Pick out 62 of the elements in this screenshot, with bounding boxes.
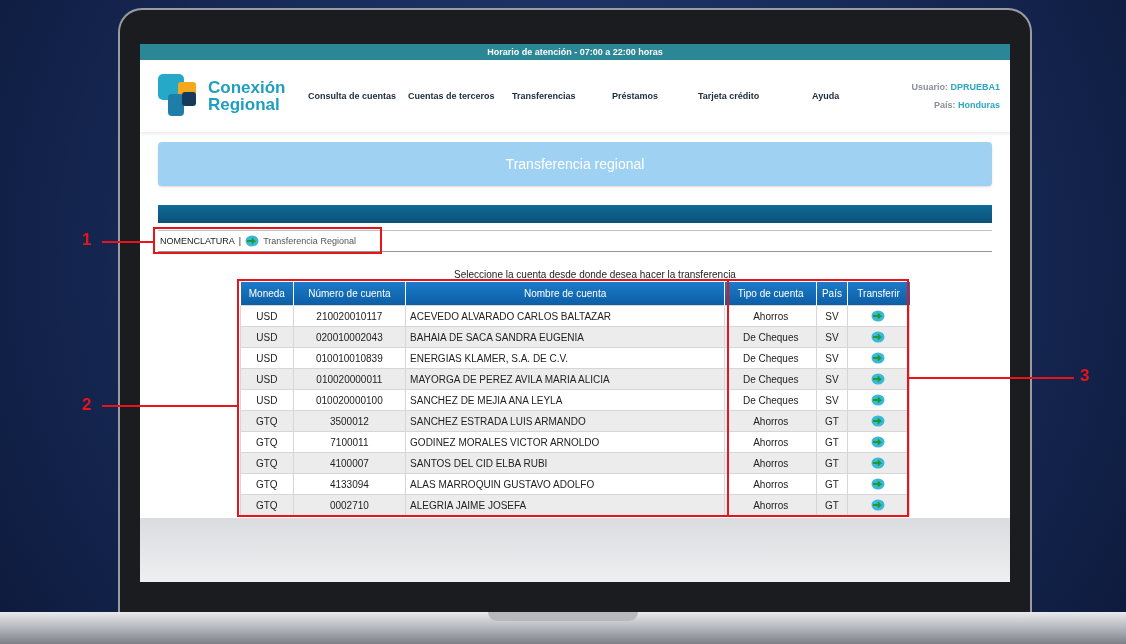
column-header: Moneda: [240, 282, 294, 306]
country-value: Honduras: [958, 100, 1000, 110]
column-header: Nombre de cuenta: [405, 282, 725, 306]
country-label: País:: [933, 100, 956, 110]
table-cell: SANCHEZ ESTRADA LUIS ARMANDO: [405, 410, 725, 432]
table-cell: Ahorros: [724, 473, 817, 495]
table-cell: USD: [240, 368, 294, 390]
table-cell: GTQ: [240, 431, 294, 453]
logo-text: Regional: [208, 96, 281, 113]
nav-link[interactable]: Consulta de cuentas: [308, 91, 408, 101]
table-cell: ENERGIAS KLAMER, S.A. DE C.V.: [405, 347, 725, 369]
table-cell: Ahorros: [724, 305, 817, 327]
logo-text: Conexión: [208, 79, 286, 96]
table-cell: GT: [816, 431, 848, 453]
table-cell: GTQ: [240, 452, 294, 474]
table-cell: 4133094: [293, 473, 406, 495]
breadcrumb-current: Transferencia Regional: [263, 236, 356, 246]
table-cell: MAYORGA DE PEREZ AVILA MARIA ALICIA: [405, 368, 725, 390]
nav-link[interactable]: Tarjeta crédito: [698, 91, 812, 101]
table-cell: 7100011: [293, 431, 406, 453]
breadcrumb-separator: |: [238, 236, 242, 246]
table-cell: SANTOS DEL CID ELBA RUBI: [405, 452, 725, 474]
table-cell: Ahorros: [724, 431, 817, 453]
table-cell: 210020010117: [293, 305, 406, 327]
table-cell: USD: [240, 347, 294, 369]
table-cell: De Cheques: [724, 347, 817, 369]
nav-link[interactable]: Transferencias: [512, 91, 612, 101]
table-cell: SANCHEZ DE MEJIA ANA LEYLA: [405, 389, 725, 411]
table-cell: ALAS MARROQUIN GUSTAVO ADOLFO: [405, 473, 725, 495]
nav-link[interactable]: Préstamos: [612, 91, 698, 101]
table-cell: GTQ: [240, 494, 294, 516]
user-label: Usuario:: [911, 82, 948, 92]
hours-bar: Horario de atención - 07:00 a 22:00 horas: [140, 44, 1010, 60]
table-cell: 010020000100: [293, 389, 406, 411]
table-cell: USD: [240, 389, 294, 411]
column-header: País: [816, 282, 848, 306]
breadcrumb-label: NOMENCLATURA: [160, 236, 235, 246]
table-cell: SV: [816, 347, 848, 369]
table-cell: SV: [816, 389, 848, 411]
table-cell: De Cheques: [724, 389, 817, 411]
callout-number: 1: [82, 230, 92, 250]
user-value: DPRUEBA1: [950, 82, 1000, 92]
nav-link[interactable]: Cuentas de terceros: [408, 91, 512, 101]
table-cell: 010010010839: [293, 347, 406, 369]
table-cell: GODINEZ MORALES VICTOR ARNOLDO: [405, 431, 725, 453]
instruction-text: Seleccione la cuenta desde donde desea hacer la transferencia: [454, 269, 736, 280]
table-cell: GT: [816, 473, 848, 495]
page-title-banner: Transferencia regional: [158, 142, 992, 186]
callout-number: 3: [1080, 366, 1090, 386]
nav-link[interactable]: Ayuda: [812, 91, 846, 101]
table-cell: ALEGRIA JAIME JOSEFA: [405, 494, 725, 516]
table-cell: GTQ: [240, 410, 294, 432]
table-cell: BAHAIA DE SACA SANDRA EUGENIA: [405, 326, 725, 348]
column-header: Número de cuenta: [293, 282, 406, 306]
table-cell: GTQ: [240, 473, 294, 495]
callout-number: 2: [82, 395, 92, 415]
table-cell: USD: [240, 326, 294, 348]
table-cell: SV: [816, 305, 848, 327]
table-cell: USD: [240, 305, 294, 327]
column-header: Transferir: [847, 282, 910, 306]
table-cell: ACEVEDO ALVARADO CARLOS BALTAZAR: [405, 305, 725, 327]
column-header: Tipo de cuenta: [724, 282, 817, 306]
